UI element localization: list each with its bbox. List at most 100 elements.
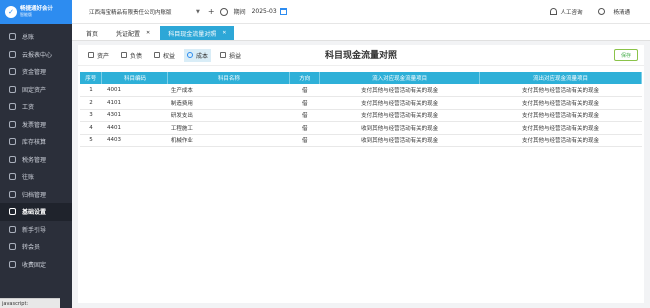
- chevron-down-icon[interactable]: ▼: [196, 9, 200, 15]
- sidebar-item[interactable]: 云报表中心: [0, 46, 72, 64]
- table-row[interactable]: 1 4001 生产成本借支付其他与经营活动有关的现金 支付其他与经营活动有关的现金: [80, 84, 642, 97]
- sidebar-item-label: 新手引导: [22, 226, 47, 234]
- sidebar-item-label: 资金管理: [22, 69, 47, 77]
- tab-voucher-config[interactable]: 凭证配置 ✕: [108, 26, 158, 40]
- sidebar: ✓ 畅捷通好会计 智能版 总账云报表中心资金管理固定资产 工资发票管理库存核算税务…: [0, 0, 72, 308]
- page-tabs: 首页 凭证配置 ✕ 科目现金流量对照 ✕: [72, 24, 650, 41]
- table-row[interactable]: 3 4301 研发支出借支付其他与经营活动有关的现金 支付其他与经营活动有关的现金: [80, 109, 642, 122]
- sidebar-item-label: 总账: [22, 34, 35, 42]
- sidebar-item[interactable]: 收费固定: [0, 256, 72, 274]
- cell-direction: 借: [289, 134, 320, 147]
- table-row[interactable]: 4 4401 工程施工借收到其他与经营活动有关的现金 支付其他与经营活动有关的现金: [80, 121, 642, 135]
- cell-inflow[interactable]: 支付其他与经营活动有关的现金: [319, 109, 480, 122]
- sidebar-item-label: 云报表中心: [22, 51, 53, 59]
- calendar-icon[interactable]: [279, 8, 287, 15]
- sidebar-item[interactable]: 归档管理: [0, 186, 72, 204]
- top-bar: 江西海宝精品有限责任公司内账版 ▼ + 期间 2025-03 人工咨询 杨清通: [72, 0, 650, 24]
- sidebar-item[interactable]: 基础设置: [0, 203, 72, 221]
- cell-name: 工程施工: [167, 121, 290, 135]
- logo-subtitle: 智能版: [20, 12, 32, 17]
- sidebar-item[interactable]: 转会员: [0, 238, 72, 256]
- sidebar-item-label: 库存核算: [22, 139, 47, 147]
- tab-home[interactable]: 首页: [78, 26, 106, 40]
- close-icon[interactable]: ✕: [146, 30, 150, 36]
- table-row[interactable]: 2 4101 制造费用借支付其他与经营活动有关的现金 支付其他与经营活动有关的现金: [80, 96, 642, 110]
- username[interactable]: 杨清通: [613, 8, 630, 16]
- menu-item-icon: [9, 85, 16, 93]
- cell-inflow[interactable]: 收到其他与经营活动有关的现金: [319, 134, 480, 147]
- liabilities-icon: [121, 52, 128, 58]
- sidebar-item[interactable]: 往账: [0, 168, 72, 186]
- menu-item-icon: [9, 260, 16, 268]
- menu-item-icon: [9, 173, 16, 181]
- cell-outflow[interactable]: 支付其他与经营活动有关的现金: [479, 109, 642, 122]
- period-value[interactable]: 2025-03: [252, 8, 277, 15]
- cell-code: 4101: [101, 96, 168, 110]
- tab-label: 首页: [86, 30, 99, 38]
- close-icon[interactable]: ✕: [222, 30, 226, 36]
- col-header-name[interactable]: 科目名称: [167, 72, 291, 84]
- tab-cashflow-mapping[interactable]: 科目现金流量对照 ✕: [160, 26, 235, 40]
- sidebar-item[interactable]: 固定资产: [0, 81, 72, 99]
- sidebar-item[interactable]: 税务管理: [0, 151, 72, 169]
- button-label: 负债: [130, 52, 143, 60]
- filter-assets-button[interactable]: 资产: [85, 49, 112, 62]
- cell-inflow[interactable]: 收到其他与经营活动有关的现金: [319, 121, 480, 135]
- cell-outflow[interactable]: 支付其他与经营活动有关的现金: [479, 134, 642, 147]
- cell-no: 2: [80, 96, 102, 110]
- menu-item-icon: [9, 120, 16, 128]
- sidebar-item-label: 基础设置: [22, 209, 47, 217]
- menu-item-icon: [9, 33, 16, 41]
- cell-direction: 借: [289, 96, 320, 110]
- sidebar-item-label: 发票管理: [22, 121, 47, 129]
- sidebar-item[interactable]: 新手引导: [0, 221, 72, 239]
- sidebar-item[interactable]: 总账: [0, 28, 72, 46]
- cell-no: 5: [80, 134, 102, 147]
- sidebar-item-label: 转会员: [22, 244, 41, 252]
- button-label: 成本: [196, 52, 209, 60]
- cell-outflow[interactable]: 支付其他与经营活动有关的现金: [479, 96, 642, 110]
- cell-outflow[interactable]: 支付其他与经营活动有关的现金: [479, 84, 642, 97]
- menu-item-icon: [9, 68, 16, 76]
- menu-item-icon: [9, 138, 16, 146]
- sidebar-item[interactable]: 库存核算: [0, 133, 72, 151]
- tab-label: 科目现金流量对照: [168, 30, 217, 38]
- add-icon[interactable]: +: [208, 7, 215, 16]
- filter-cost-button[interactable]: 成本: [184, 48, 212, 62]
- col-header-no[interactable]: 序号: [80, 72, 103, 84]
- cell-direction: 借: [289, 84, 320, 97]
- col-header-code[interactable]: 科目编码: [101, 72, 169, 84]
- sidebar-item-label: 收费固定: [22, 261, 47, 269]
- company-selector[interactable]: 江西海宝精品有限责任公司内账版: [89, 8, 189, 16]
- sidebar-item-label: 往账: [22, 174, 35, 182]
- cell-inflow[interactable]: 支付其他与经营活动有关的现金: [319, 84, 480, 97]
- table-row[interactable]: 5 4403 机械作业借收到其他与经营活动有关的现金 支付其他与经营活动有关的现金: [80, 134, 642, 147]
- cell-code: 4401: [101, 121, 168, 135]
- menu-item-icon: [9, 190, 16, 198]
- cost-icon: [187, 52, 194, 58]
- profit-loss-icon: [220, 52, 227, 58]
- app-logo[interactable]: ✓ 畅捷通好会计 智能版: [0, 0, 72, 24]
- tab-label: 凭证配置: [116, 30, 141, 38]
- col-header-direction[interactable]: 方向: [289, 72, 321, 84]
- cell-inflow[interactable]: 支付其他与经营活动有关的现金: [319, 96, 480, 110]
- user-icon[interactable]: [598, 8, 606, 15]
- menu-item-icon: [9, 243, 16, 251]
- save-button[interactable]: 保存: [613, 49, 638, 61]
- headset-icon[interactable]: [550, 8, 558, 15]
- settings-icon[interactable]: [219, 7, 228, 16]
- col-header-inflow[interactable]: 流入对应现金流量项目: [319, 72, 481, 84]
- cell-outflow[interactable]: 支付其他与经营活动有关的现金: [479, 121, 642, 135]
- col-header-outflow[interactable]: 流出对应现金流量项目: [479, 72, 642, 84]
- sidebar-item[interactable]: 工资: [0, 98, 72, 116]
- table-header-row: 序号 科目编码 科目名称 方向 流入对应现金流量项目 流出对应现金流量项目: [80, 72, 642, 84]
- sidebar-item[interactable]: 发票管理: [0, 116, 72, 134]
- support-link[interactable]: 人工咨询: [560, 8, 582, 16]
- menu-item-icon: [9, 225, 16, 233]
- sidebar-item[interactable]: 资金管理: [0, 63, 72, 81]
- filter-liabilities-button[interactable]: 负债: [118, 49, 145, 62]
- filter-profit-loss-button[interactable]: 损益: [217, 49, 244, 62]
- menu-item-icon: [9, 103, 16, 111]
- filter-equity-button[interactable]: 权益: [151, 49, 178, 62]
- browser-status-text: javascript:: [0, 298, 60, 308]
